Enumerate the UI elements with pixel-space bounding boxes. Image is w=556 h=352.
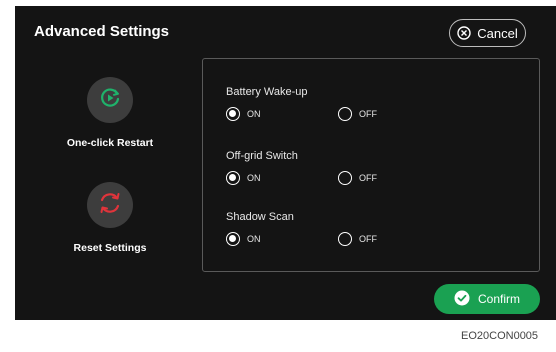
radio-label: OFF xyxy=(359,173,377,183)
off-grid-switch-group: Off-grid Switch ON OFF xyxy=(226,150,377,185)
dialog-title: Advanced Settings xyxy=(34,23,170,40)
shadow-scan-title: Shadow Scan xyxy=(226,211,294,223)
battery-wakeup-on-radio[interactable]: ON xyxy=(226,107,261,121)
advanced-settings-dialog: Advanced Settings Cancel One-click Resta… xyxy=(15,6,556,320)
cancel-button[interactable]: Cancel xyxy=(449,19,526,47)
battery-wakeup-group: Battery Wake-up ON OFF xyxy=(226,86,377,121)
reset-settings-action[interactable]: Reset Settings xyxy=(50,182,170,254)
radio-unchecked-icon xyxy=(338,107,352,121)
battery-wakeup-off-radio[interactable]: OFF xyxy=(338,107,377,121)
restart-label: One-click Restart xyxy=(66,137,154,149)
reset-arrows-icon xyxy=(97,190,123,221)
close-circle-icon xyxy=(457,26,471,40)
off-grid-switch-on-radio[interactable]: ON xyxy=(226,171,261,185)
radio-unchecked-icon xyxy=(338,171,352,185)
radio-label: OFF xyxy=(359,234,377,244)
radio-label: ON xyxy=(247,234,261,244)
shadow-scan-group: Shadow Scan ON OFF xyxy=(226,211,377,246)
one-click-restart-action[interactable]: One-click Restart xyxy=(50,77,170,149)
settings-panel: Battery Wake-up ON OFF Off-grid Switch O… xyxy=(202,58,540,272)
figure-code: EO20CON0005 xyxy=(461,330,539,342)
confirm-button[interactable]: Confirm xyxy=(434,284,540,314)
radio-unchecked-icon xyxy=(338,232,352,246)
radio-checked-icon xyxy=(226,107,240,121)
play-restart-icon xyxy=(98,86,122,115)
radio-checked-icon xyxy=(226,232,240,246)
radio-label: ON xyxy=(247,173,261,183)
shadow-scan-off-radio[interactable]: OFF xyxy=(338,232,377,246)
battery-wakeup-title: Battery Wake-up xyxy=(226,86,308,98)
check-circle-icon xyxy=(454,290,470,309)
shadow-scan-on-radio[interactable]: ON xyxy=(226,232,261,246)
radio-label: OFF xyxy=(359,109,377,119)
cancel-label: Cancel xyxy=(477,25,518,41)
confirm-label: Confirm xyxy=(477,292,520,306)
radio-checked-icon xyxy=(226,171,240,185)
off-grid-switch-title: Off-grid Switch xyxy=(226,150,298,162)
radio-label: ON xyxy=(247,109,261,119)
reset-button[interactable] xyxy=(87,182,133,228)
reset-label: Reset Settings xyxy=(73,242,147,254)
restart-button[interactable] xyxy=(87,77,133,123)
off-grid-switch-off-radio[interactable]: OFF xyxy=(338,171,377,185)
